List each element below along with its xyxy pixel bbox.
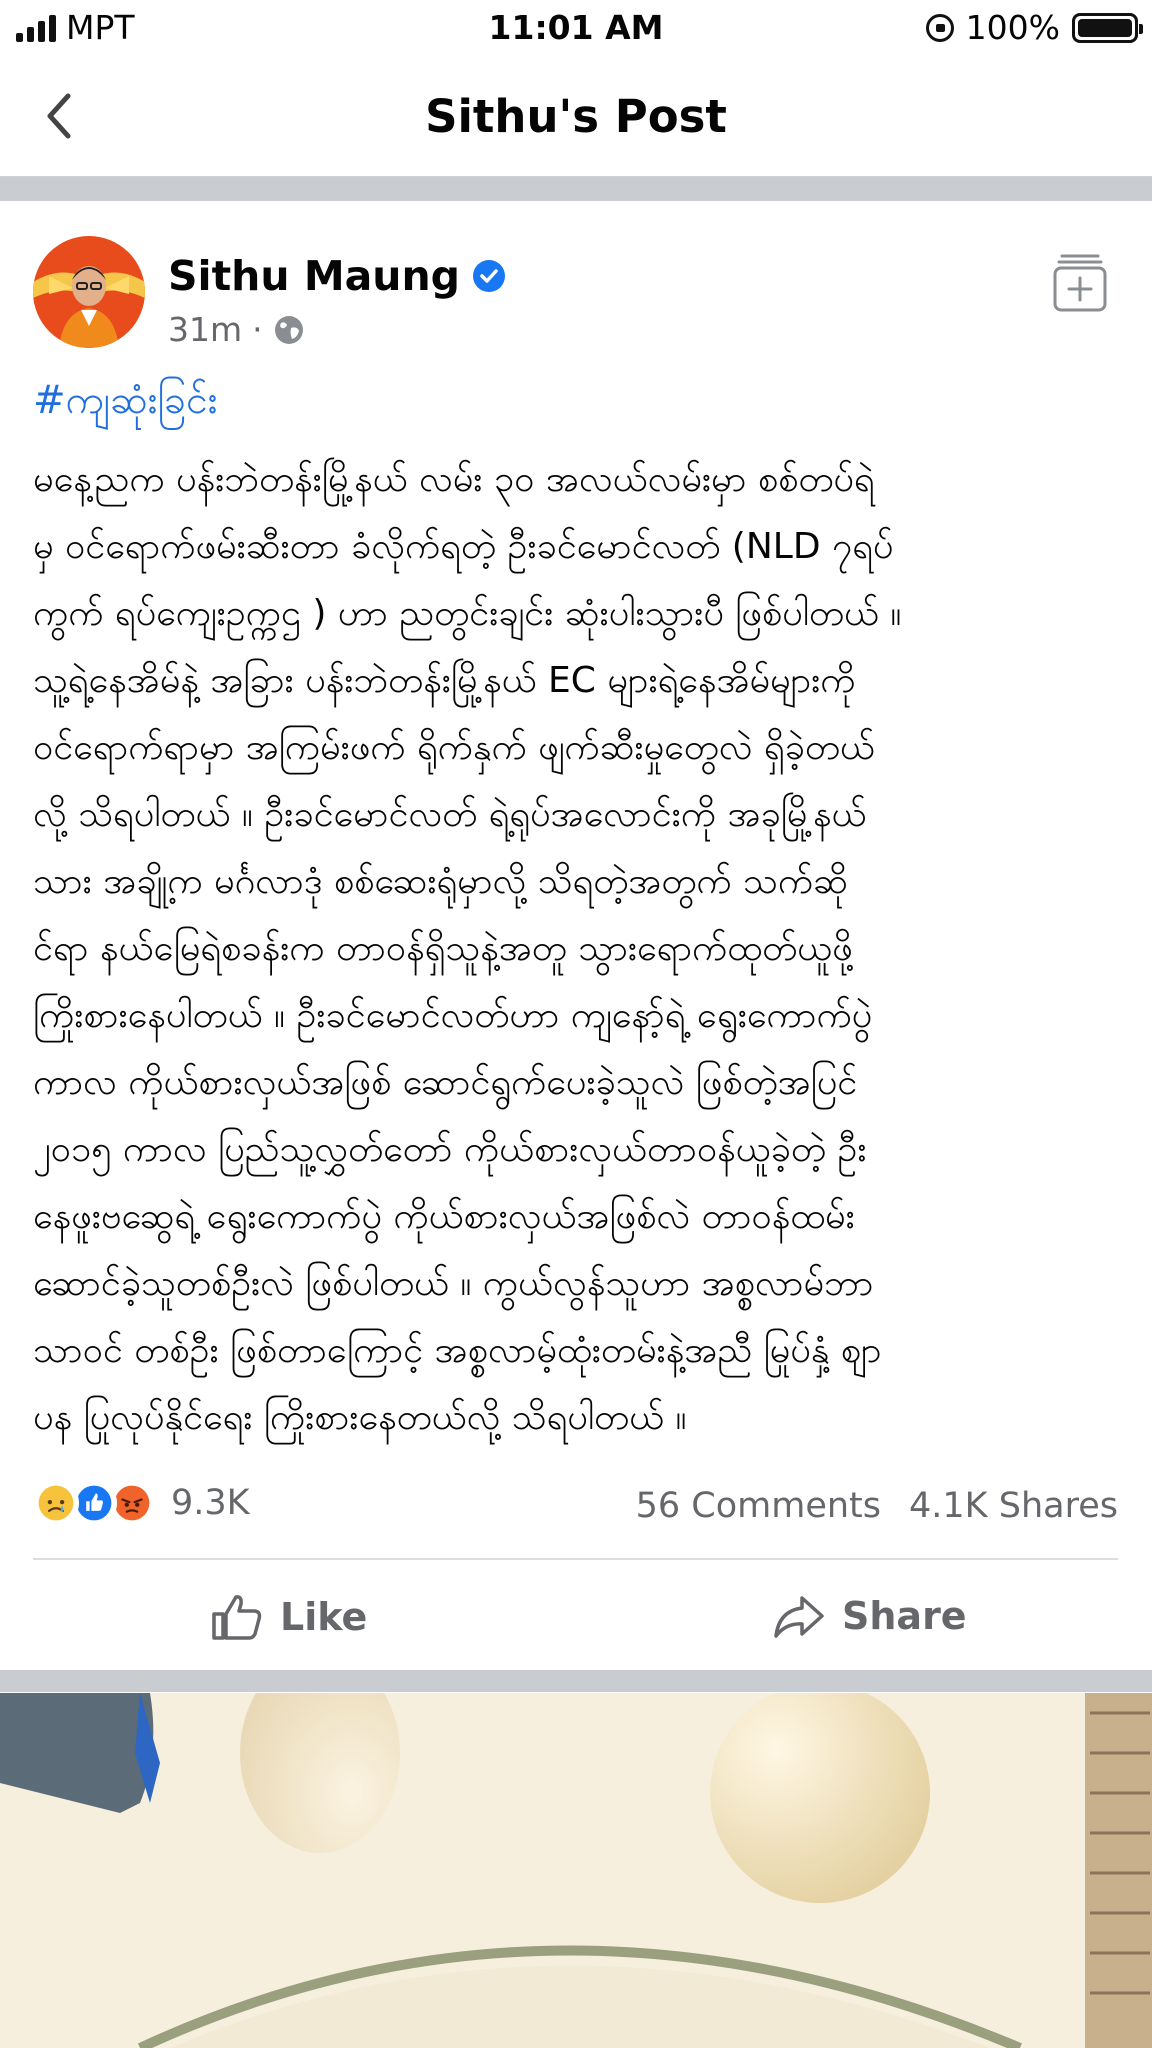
- reaction-summary[interactable]: 9.3K: [33, 1480, 250, 1526]
- stats-right: 56 Comments 4.1K Shares: [636, 1486, 1118, 1526]
- post-header: Sithu Maung 31m ·: [0, 230, 1152, 360]
- share-icon: [774, 1596, 824, 1638]
- page-title: Sithu's Post: [425, 90, 727, 143]
- like-icon: [212, 1595, 262, 1640]
- like-label: Like: [280, 1595, 368, 1639]
- shares-count[interactable]: 4.1K Shares: [909, 1486, 1118, 1526]
- post-body: မနေ့ညက ပန်းဘဲတန်းမြို့နယ် လမ်း ၃၀ အလယ်လမ…: [33, 446, 1123, 1451]
- post-body-line: မှ ဝင်ရောက်ဖမ်းဆီးတာ ခံလိုက်ရတဲ့ ဦးခင်မေ…: [33, 526, 894, 567]
- hashtag-link[interactable]: #ကျဆုံးခြင်း: [33, 376, 218, 433]
- share-button[interactable]: Share: [772, 1592, 967, 1640]
- post-body-line: သား အချို့က မင်္ဂလာဒုံ စစ်ဆေးရုံမှာလို့ …: [33, 861, 848, 902]
- globe-icon: [274, 315, 303, 344]
- post-body-line: ၂၀၁၅ ကာလ ပြည်သူ့လွှတ်တော် ကိုယ်စားလှယ်တာ…: [33, 1129, 867, 1170]
- sad-reaction-icon: [33, 1480, 79, 1526]
- battery-percent: 100%: [965, 8, 1060, 47]
- post-body-line: ဆောင်ခဲ့သူတစ်ဦးလဲ ဖြစ်ပါတယ် ။ ကွယ်လွန်သူ…: [33, 1263, 874, 1304]
- post-body-line: ဝင်ရောက်ရာမှာ အကြမ်းဖက် ရိုက်နှက် ဖျက်ဆီ…: [33, 727, 875, 768]
- author-name[interactable]: Sithu Maung: [168, 252, 460, 300]
- post-photo[interactable]: [0, 1693, 1152, 2048]
- post-meta: 31m ·: [168, 310, 305, 349]
- save-icon: [1053, 254, 1107, 312]
- rotation-lock-icon: [925, 13, 954, 42]
- save-button[interactable]: [1052, 252, 1108, 314]
- share-label: Share: [842, 1594, 967, 1638]
- post-body-line: ကာလ ကိုယ်စားလှယ်အဖြစ် ဆောင်ရွက်ပေးခဲ့သူလ…: [33, 1062, 858, 1103]
- author-row: Sithu Maung: [168, 252, 506, 300]
- reaction-count: 9.3K: [171, 1483, 250, 1523]
- nav-bar: Sithu's Post: [0, 58, 1152, 177]
- post-body-line: ကွက် ရပ်ကျေးဥက္ကဌ ) ဟာ ညတွင်းချင်း ဆုံးပ…: [33, 593, 902, 634]
- status-right: 100%: [925, 8, 1143, 47]
- battery-icon: [1072, 12, 1143, 43]
- post-time[interactable]: 31m: [168, 310, 242, 349]
- post-stats: 9.3K 56 Comments 4.1K Shares: [33, 1480, 1118, 1536]
- avatar[interactable]: [33, 236, 145, 348]
- verified-icon: [473, 260, 506, 292]
- post-body-line: င်ရာ နယ်မြေရဲစခန်းက တာဝန်ရှိသူနဲ့အတူ သွာ…: [33, 928, 853, 969]
- post-body-line: မနေ့ညက ပန်းဘဲတန်းမြို့နယ် လမ်း ၃၀ အလယ်လမ…: [33, 459, 875, 500]
- post-body-line: လို့ သိရပါတယ် ။ ဦးခင်မောင်လတ် ရဲ့ရုပ်အလေ…: [33, 794, 867, 835]
- post-body-line: ကြိုးစားနေပါတယ် ။ ဦးခင်မောင်လတ်ဟာ ကျနော့…: [33, 995, 873, 1036]
- post-body-line: ပန ပြုလုပ်နိုင်ရေး ကြိုးစားနေတယ်လို့ သိရ…: [33, 1397, 687, 1438]
- status-bar: MPT 11:01 AM 100%: [0, 0, 1152, 58]
- post-actions: Like Share: [0, 1560, 1152, 1670]
- like-button[interactable]: Like: [210, 1592, 367, 1642]
- post-body-line: သာဝင် တစ်ဦး ဖြစ်တာကြောင့် အစ္စလာမ့်ထုံးတ…: [33, 1330, 882, 1371]
- post-body-line: သူ့ရဲ့နေအိမ်နဲ့ အခြား ပန်းဘဲတန်းမြို့နယ်…: [33, 660, 856, 701]
- section-divider: [0, 177, 1152, 201]
- meta-dot: ·: [252, 310, 263, 349]
- comments-count[interactable]: 56 Comments: [636, 1486, 881, 1526]
- section-divider: [0, 1670, 1152, 1692]
- post-body-line: နေဖူးဗဆွေရဲ့ ရွေးကောက်ပွဲ ကိုယ်စားလှယ်အဖ…: [33, 1196, 855, 1237]
